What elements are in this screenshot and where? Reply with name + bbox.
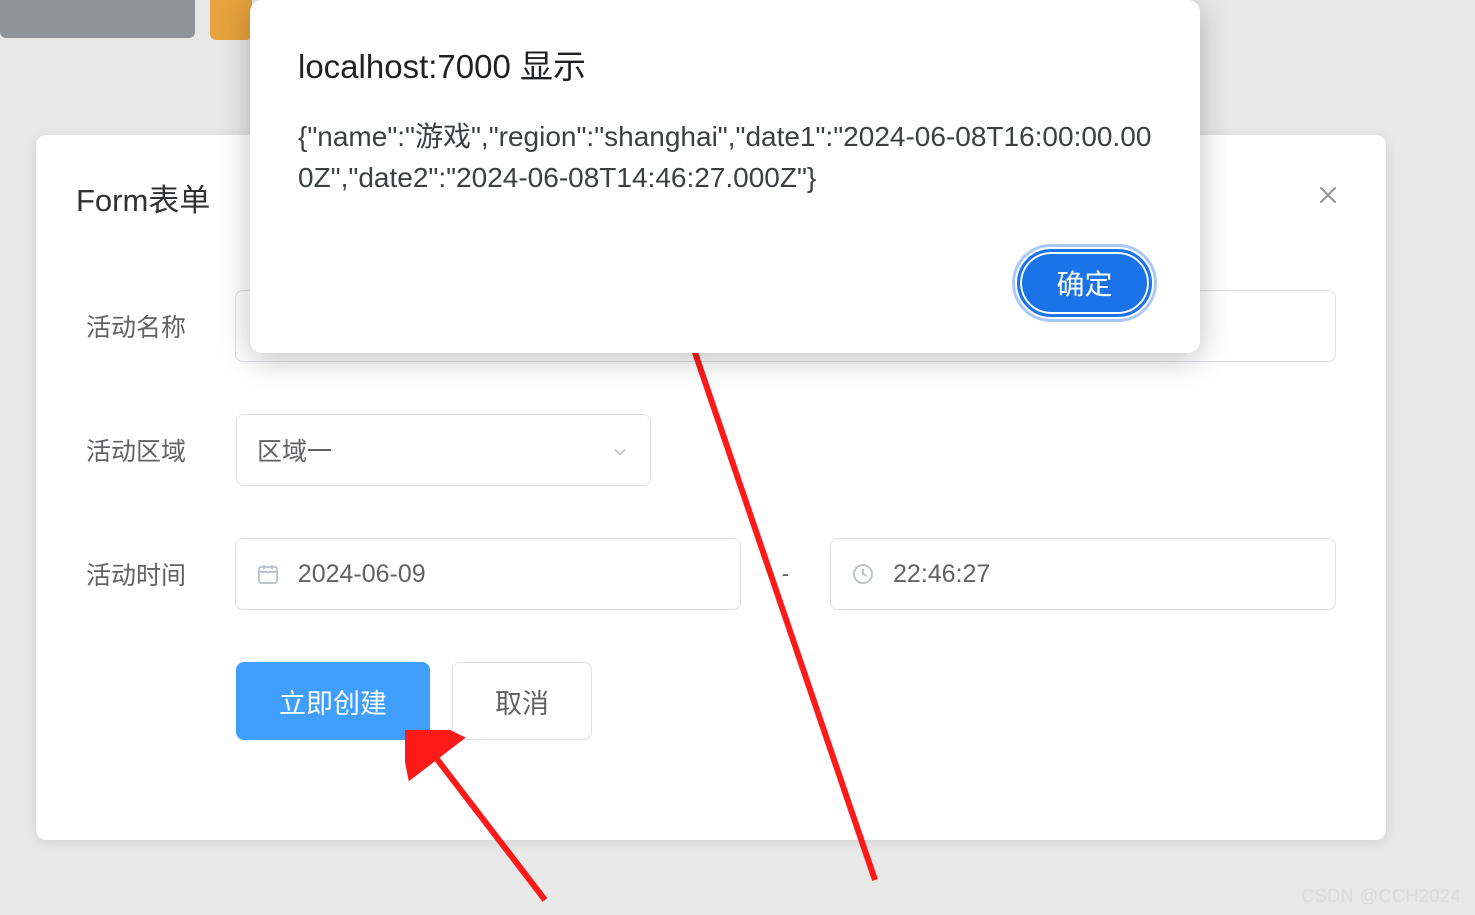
label-name: 活动名称 — [86, 308, 225, 344]
row-time: 活动时间 2024-06-09 - 22:46:27 — [86, 538, 1336, 610]
background-gray-button — [0, 0, 195, 38]
chevron-down-icon — [610, 440, 630, 460]
label-time: 活动时间 — [86, 556, 225, 592]
alert-actions: 确定 — [298, 249, 1152, 317]
time-value: 22:46:27 — [893, 560, 990, 589]
time-input[interactable]: 22:46:27 — [830, 538, 1336, 610]
region-value: 区域一 — [257, 432, 332, 468]
submit-button[interactable]: 立即创建 — [236, 662, 430, 740]
clock-icon — [851, 562, 875, 586]
form-actions: 立即创建 取消 — [236, 662, 1336, 740]
cancel-button[interactable]: 取消 — [452, 662, 592, 740]
alert-body: {"name":"游戏","region":"shanghai","date1"… — [298, 116, 1152, 199]
alert-title: localhost:7000 显示 — [298, 40, 1152, 88]
alert-dialog: localhost:7000 显示 {"name":"游戏","region":… — [250, 0, 1200, 353]
watermark: CSDN @CCH2024 — [1301, 886, 1461, 907]
close-icon[interactable] — [1316, 183, 1340, 207]
alert-ok-button[interactable]: 确定 — [1017, 249, 1152, 317]
time-separator: - — [741, 561, 830, 587]
date-input[interactable]: 2024-06-09 — [235, 538, 741, 610]
row-region: 活动区域 区域一 — [86, 414, 1336, 486]
label-region: 活动区域 — [86, 432, 226, 468]
calendar-icon — [256, 562, 280, 586]
background-orange-button — [210, 0, 252, 40]
region-select[interactable]: 区域一 — [236, 414, 651, 486]
date-value: 2024-06-09 — [298, 560, 426, 589]
